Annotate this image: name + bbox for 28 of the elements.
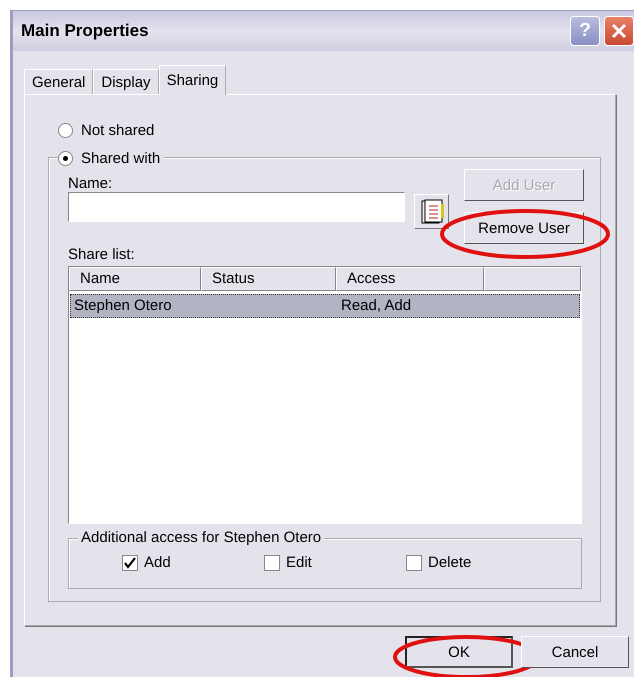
field-label: Name:	[68, 175, 112, 192]
list-cell-text: Stephen Otero	[73, 296, 173, 316]
checkbox-option[interactable]: Delete	[406, 554, 548, 571]
column-header[interactable]: Name	[69, 267, 201, 291]
checkbox[interactable]	[406, 554, 422, 570]
radio-button[interactable]	[58, 150, 73, 166]
column-header[interactable]: Access	[336, 267, 484, 291]
checkbox-option[interactable]: Add	[122, 554, 264, 571]
close-button[interactable]	[604, 16, 634, 46]
list-row[interactable]: Stephen Otero Read, Add	[70, 294, 580, 318]
address-book-icon	[420, 198, 444, 224]
list-label: Share list:	[68, 246, 135, 263]
close-icon	[611, 23, 627, 39]
checkbox-option[interactable]: Edit	[264, 554, 406, 571]
tab[interactable]: Display	[93, 69, 159, 94]
cancel-button[interactable]: Cancel	[521, 636, 629, 668]
window-title: Main Properties	[21, 21, 150, 41]
tab[interactable]: Sharing	[158, 65, 226, 95]
remove-user-button[interactable]: Remove User	[464, 212, 584, 244]
radio-button[interactable]	[58, 122, 73, 138]
group-title: Additional access for Stephen Otero	[78, 529, 324, 546]
tab[interactable]: General	[24, 69, 94, 94]
name-input-field[interactable]	[68, 192, 405, 222]
column-header[interactable]: Status	[201, 267, 336, 291]
list-cell-text: Read, Add	[340, 296, 412, 316]
address-book-button[interactable]	[414, 194, 449, 229]
checkbox[interactable]	[264, 554, 280, 570]
checkbox[interactable]	[122, 554, 138, 570]
